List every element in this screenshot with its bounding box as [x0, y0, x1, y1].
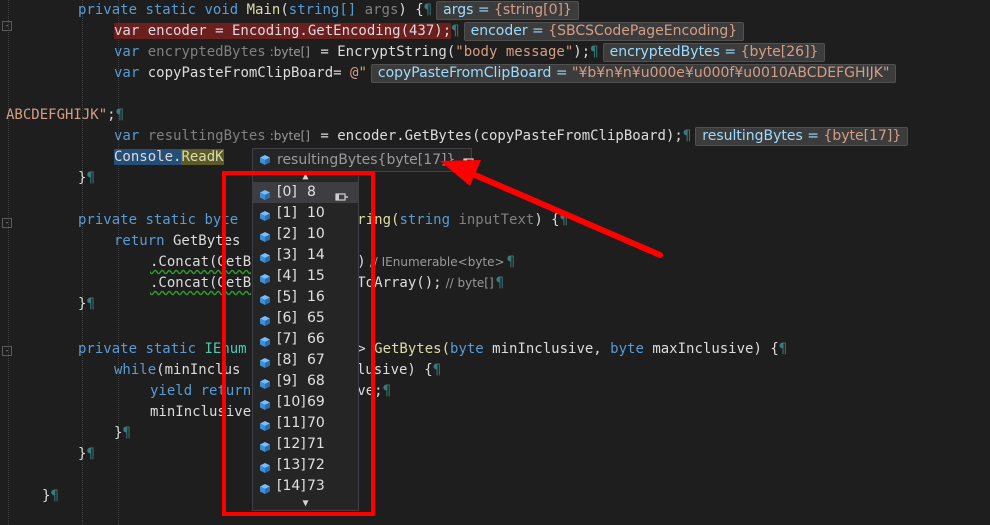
datatip-resulting[interactable]: resultingBytes = {byte[17]} — [695, 126, 909, 146]
code-line-brace: }¶ — [78, 296, 95, 312]
fold-marker[interactable]: - — [2, 346, 12, 356]
inline-type-hint: :byte[] — [269, 45, 310, 59]
code-line-brace: }¶ — [78, 170, 95, 186]
datatip-label: resultingBytes — [277, 152, 378, 168]
code-line-brace: }¶ — [78, 446, 95, 462]
datatip-resulting-bytes[interactable]: resultingBytes {byte[17]} — [252, 148, 477, 172]
code-line-getbytes-signature-tail: yte> GetBytes(byte minInclusive, byte ma… — [332, 341, 788, 357]
code-line-brace: }¶ — [114, 425, 131, 441]
datatip-copypaste[interactable]: copyPasteFromClipBoard = "¥b¥n¥n¥u000e¥u… — [370, 63, 897, 83]
code-line-encrypt-signature: private static byte — [78, 212, 239, 228]
code-line-encrypted: var encryptedBytes:byte[] = EncryptStrin… — [114, 42, 826, 63]
fold-marker[interactable]: - — [2, 21, 12, 31]
pin-icon[interactable] — [463, 155, 477, 166]
indent-guide — [8, 0, 9, 525]
breakpoint-highlight: var encoder = Encoding.GetEncoding(437); — [114, 23, 452, 39]
code-line-brace: }¶ — [42, 488, 59, 504]
code-line-encoder: var encoder = Encoding.GetEncoding(437);… — [114, 21, 745, 42]
code-line-resulting: var resultingBytes:byte[] = encoder.GetB… — [114, 126, 909, 147]
code-line-main-signature: private static void Main(string[] args) … — [78, 0, 579, 21]
datatip-args[interactable]: args = {string[0]} — [436, 0, 579, 20]
fold-marker[interactable]: - — [2, 218, 12, 228]
datatip-encoder[interactable]: encoder = {SBCSCodePageEncoding} — [463, 21, 745, 41]
cube-icon — [259, 154, 271, 166]
datatip-value: {byte[17]} — [377, 152, 456, 168]
inline-comment-hint: // IEnumerable<byte> — [369, 255, 505, 269]
code-line-console: Console.ReadK — [114, 149, 224, 165]
datatip-encrypted[interactable]: encryptedBytes = {byte[26]} — [602, 42, 826, 62]
inline-type-hint: :byte[] — [269, 129, 310, 143]
annotation-highlight-box — [222, 171, 375, 516]
inline-comment-hint: // byte[] — [445, 276, 494, 290]
code-line-string-continuation: ABCDEFGHIJK";¶ — [6, 107, 125, 123]
code-line-copypaste: var copyPasteFromClipBoard= @" copyPasteF… — [114, 63, 897, 84]
